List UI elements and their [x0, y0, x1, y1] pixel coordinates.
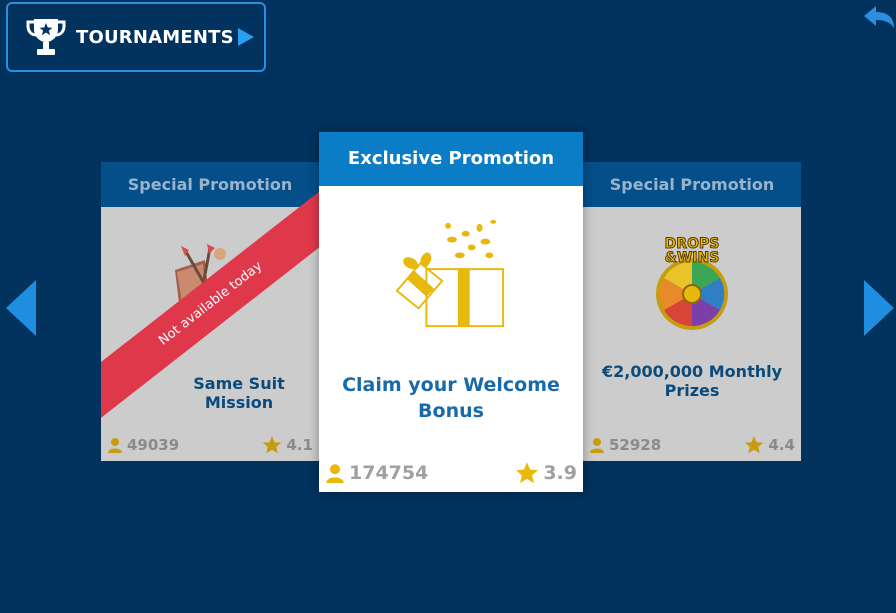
- star-icon: [263, 436, 282, 454]
- rating: 4.1: [262, 435, 313, 455]
- card-footer: 52928 4.4: [583, 429, 801, 461]
- tournaments-button[interactable]: TOURNAMENTS: [6, 2, 266, 72]
- tournaments-label: TOURNAMENTS: [76, 26, 234, 48]
- rating: 4.4: [744, 435, 795, 455]
- star-icon: [745, 436, 764, 454]
- card-header: Special Promotion: [583, 162, 801, 207]
- trophy-icon: [26, 19, 66, 55]
- play-arrow-icon: [237, 28, 254, 46]
- previous-arrow-icon[interactable]: [4, 278, 38, 338]
- card-header: Exclusive Promotion: [319, 132, 583, 186]
- players-count: 49039: [107, 436, 179, 454]
- players-count: 174754: [325, 462, 428, 484]
- star-icon: [516, 462, 539, 484]
- players-count: 52928: [589, 436, 661, 454]
- promotion-card-same-suit[interactable]: Special Promotion Same Suit Mission Not …: [101, 162, 319, 461]
- svg-text:&WINS: &WINS: [665, 250, 720, 266]
- promotion-card-drops-wins[interactable]: Special Promotion DROPS &WINS €2,000,000…: [583, 162, 801, 461]
- player-icon: [108, 438, 122, 453]
- rating: 3.9: [515, 461, 577, 485]
- next-arrow-icon[interactable]: [862, 278, 896, 338]
- card-header: Special Promotion: [101, 162, 319, 207]
- card-title: Claim your Welcome Bonus: [342, 374, 560, 422]
- back-arrow-icon[interactable]: [864, 2, 896, 30]
- drops-and-wins-logo: DROPS &WINS: [656, 236, 728, 330]
- player-icon: [326, 464, 344, 483]
- card-footer: 49039 4.1: [101, 429, 319, 461]
- card-title: €2,000,000 Monthly Prizes: [601, 362, 783, 400]
- gift-box-icon: [395, 219, 505, 328]
- promotion-card-welcome-bonus[interactable]: Exclusive Promotion Claim your Welcome B…: [319, 132, 583, 492]
- player-icon: [590, 438, 604, 453]
- card-footer: 174754 3.9: [319, 454, 583, 492]
